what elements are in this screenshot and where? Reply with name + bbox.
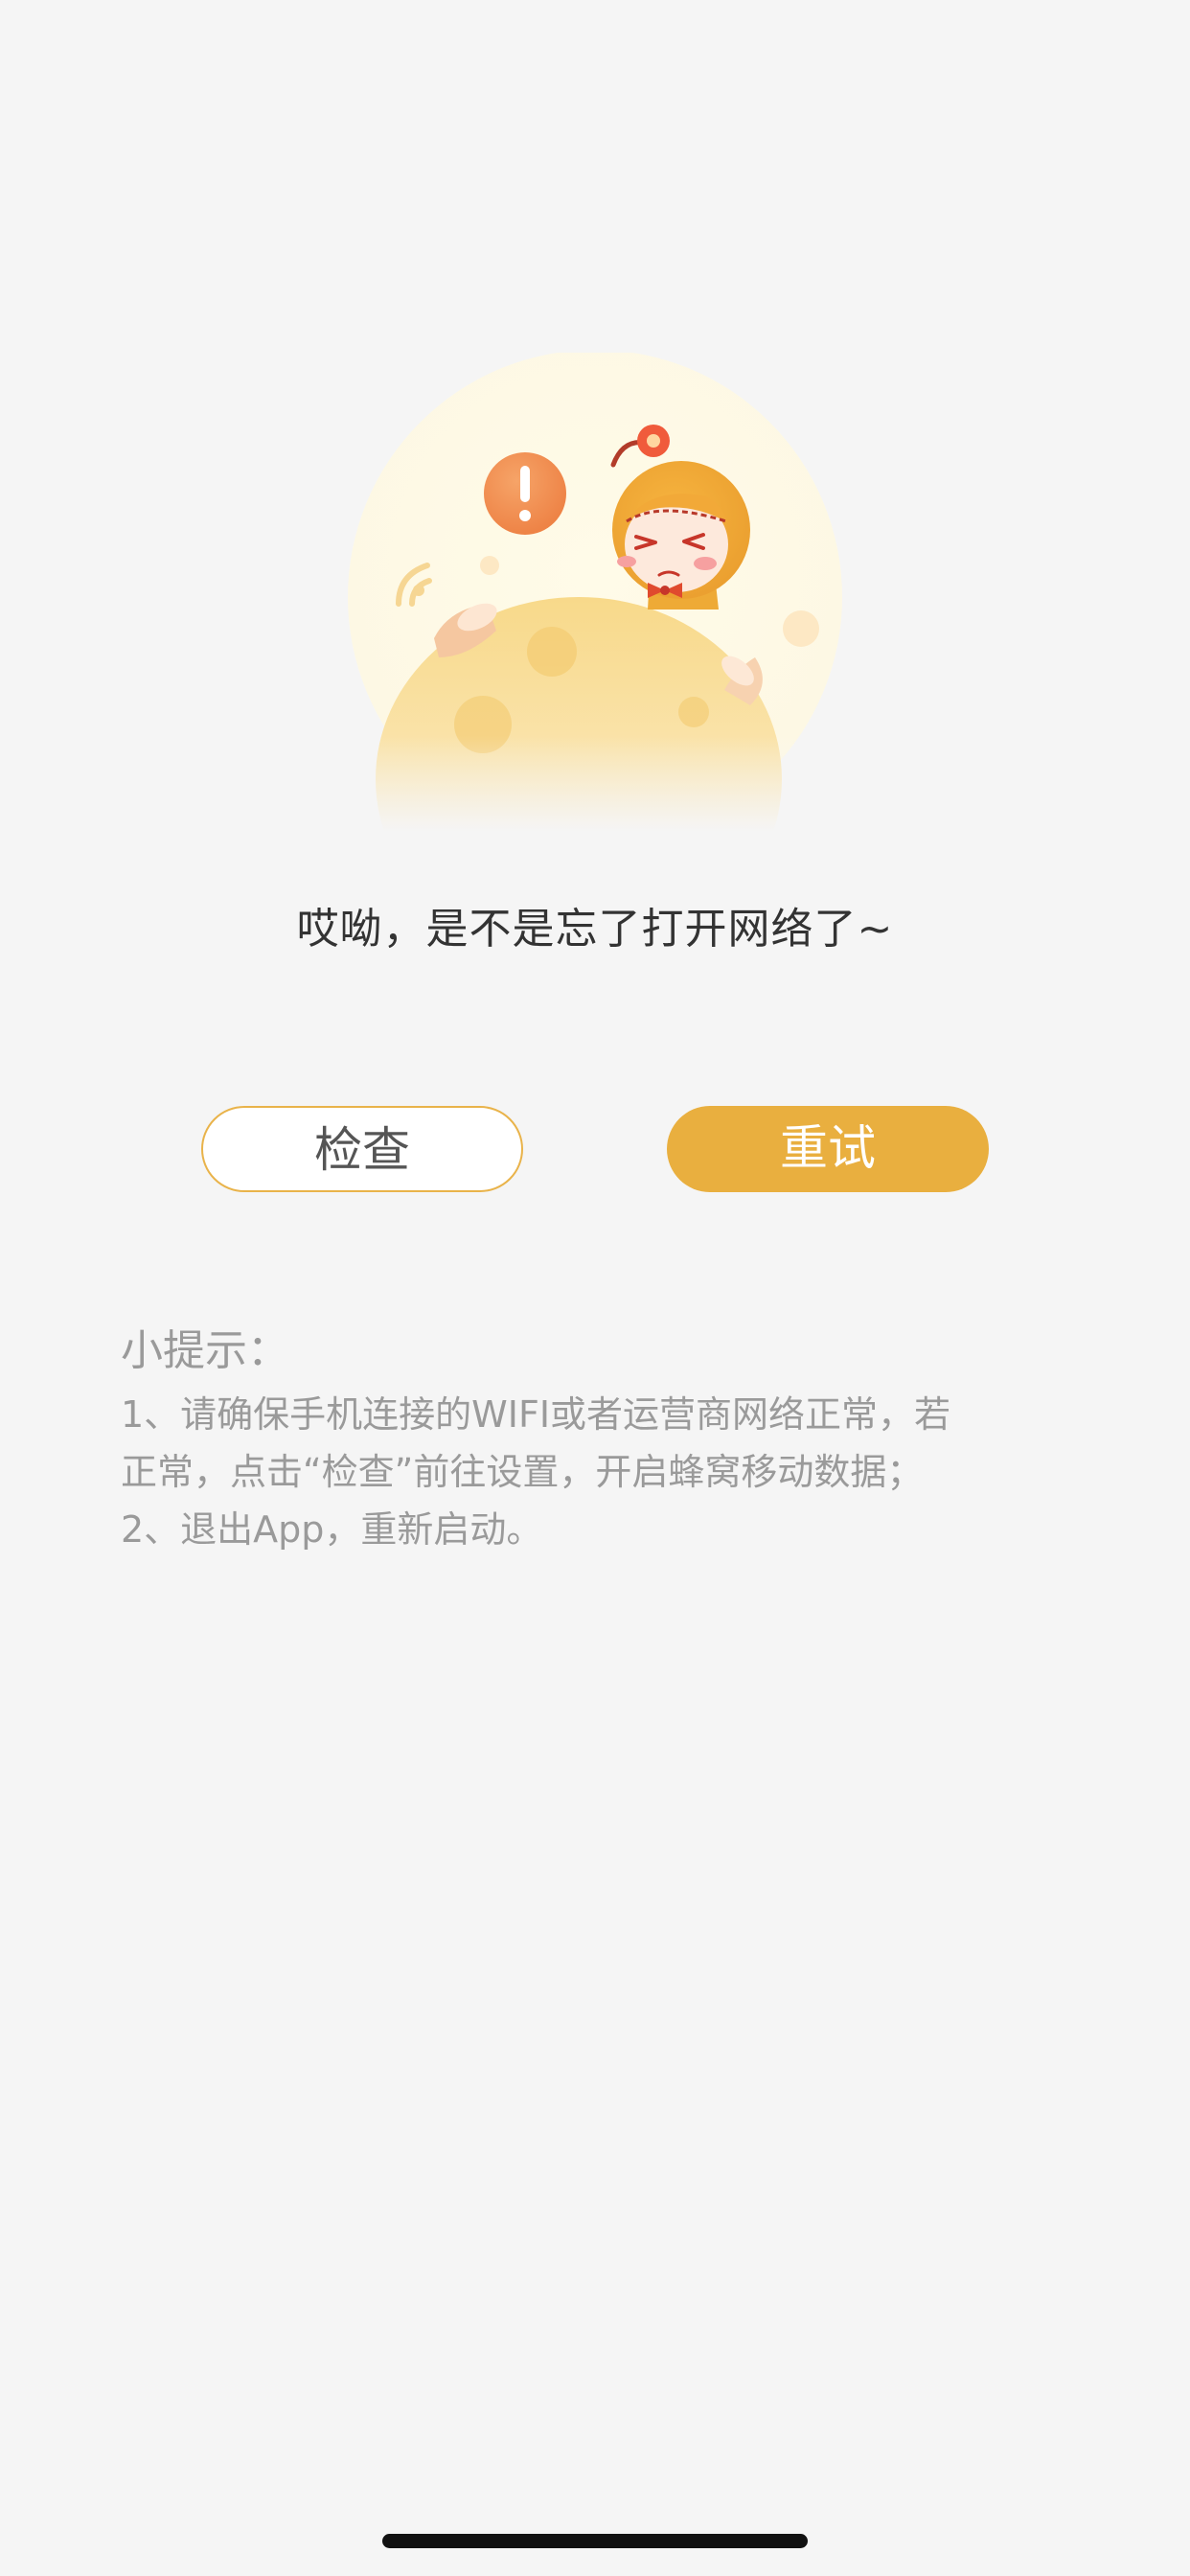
- no-network-illustration: [343, 353, 847, 832]
- exclamation-icon: [484, 452, 566, 535]
- tips-title: 小提示：: [121, 1326, 289, 1375]
- tips-line: 正常，点击“检查”前往设置，开启蜂窝移动数据；: [121, 1451, 924, 1493]
- check-button[interactable]: 检查: [201, 1106, 523, 1192]
- error-message: 哎呦，是不是忘了打开网络了~: [296, 905, 894, 954]
- tips-line: 1、请确保手机连接的WIFI或者运营商网络正常，若: [121, 1393, 951, 1436]
- tips-section: 小提示： 1、请确保手机连接的WIFI或者运营商网络正常，若 正常，点击“检查”…: [121, 1322, 983, 1558]
- home-indicator[interactable]: [382, 2534, 808, 2548]
- retry-button[interactable]: 重试: [667, 1106, 989, 1192]
- tips-line: 2、退出App，重新启动。: [121, 1508, 543, 1551]
